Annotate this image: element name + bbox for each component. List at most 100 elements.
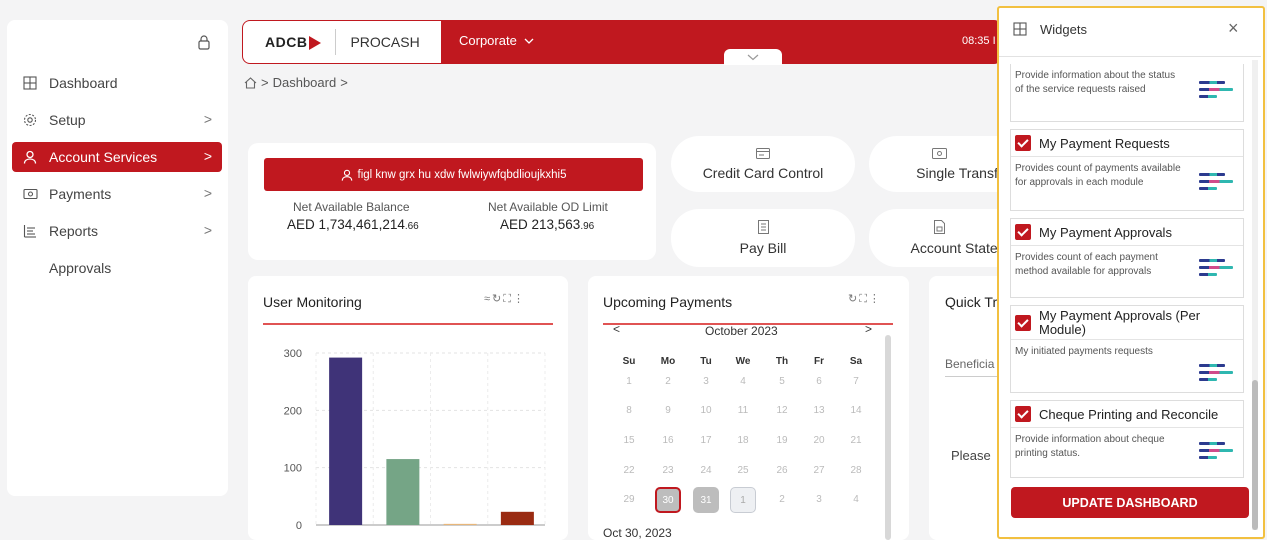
calendar-day[interactable]: 30 [655, 487, 681, 513]
more-options-icon[interactable]: ⋮ [513, 293, 526, 305]
bar[interactable] [443, 523, 477, 525]
net-balance-value: AED 1,734,461,214.66 [287, 217, 419, 232]
breadcrumb-current[interactable]: Dashboard [273, 75, 337, 90]
brand-logo[interactable]: ADCB PROCASH [243, 21, 441, 63]
calendar-day[interactable]: 16 [656, 435, 680, 446]
calendar-day[interactable]: 4 [731, 376, 755, 387]
grid-icon [22, 75, 38, 91]
beneficiary-field[interactable]: Beneficia [945, 357, 994, 371]
segment-dropdown[interactable]: Corporate [459, 33, 534, 48]
calendar-day[interactable]: 2 [656, 376, 680, 387]
tile-credit-card-control[interactable]: Credit Card Control [671, 136, 855, 192]
calendar-day[interactable]: 3 [807, 494, 831, 505]
checkbox-checked[interactable] [1015, 135, 1031, 151]
calendar-day[interactable]: 1 [730, 487, 756, 513]
checkbox-checked[interactable] [1015, 406, 1031, 422]
clock-time: 08:35 I [962, 35, 996, 47]
refresh-icon[interactable]: ↻ [492, 293, 503, 305]
calendar-day[interactable]: 8 [617, 405, 641, 416]
widget-card-payment-requests[interactable]: My Payment Requests Provides count of pa… [1010, 129, 1244, 211]
calendar-day[interactable]: 10 [694, 405, 718, 416]
calendar-weekday: Fr [814, 356, 824, 367]
calendar-day[interactable]: 11 [731, 405, 755, 416]
bar[interactable] [386, 459, 420, 525]
widget-preview-icon [1199, 364, 1235, 385]
user-monitoring-chart: 300 200 100 0 [284, 348, 546, 532]
tile-pay-bill[interactable]: Pay Bill [671, 209, 855, 267]
bar[interactable] [500, 511, 534, 525]
calendar-scrollbar[interactable] [885, 335, 891, 540]
y-tick-label: 200 [284, 405, 302, 417]
more-options-icon[interactable]: ⋮ [869, 293, 882, 305]
calendar-day[interactable]: 13 [807, 405, 831, 416]
user-icon [341, 169, 352, 181]
lock-icon[interactable] [196, 34, 212, 50]
next-month-button[interactable]: > [865, 322, 872, 336]
checkbox-checked[interactable] [1015, 224, 1031, 240]
calendar-day[interactable]: 23 [656, 465, 680, 476]
calendar-day[interactable]: 6 [807, 376, 831, 387]
checkbox-checked[interactable] [1015, 314, 1031, 331]
update-dashboard-button[interactable]: UPDATE DASHBOARD [1011, 487, 1249, 518]
widget-preview-icon [1199, 442, 1235, 463]
user-icon [22, 149, 38, 165]
calendar-weekday: Su [622, 356, 636, 367]
widget-card-payment-approvals[interactable]: My Payment Approvals Provides count of e… [1010, 218, 1244, 298]
tile-account-statement[interactable]: Account Staten [869, 209, 1009, 267]
product-name: PROCASH [350, 34, 420, 50]
calendar-day[interactable]: 1 [617, 376, 641, 387]
bar[interactable] [329, 357, 363, 525]
document-icon [933, 220, 945, 234]
calendar-day[interactable]: 27 [807, 465, 831, 476]
sidebar-item-reports[interactable]: Reports > [12, 216, 222, 246]
panel-title: Quick Tr [945, 294, 998, 310]
tile-single-transfer[interactable]: Single Transf [869, 136, 1009, 192]
sidebar-item-approvals[interactable]: Approvals [12, 253, 222, 283]
calendar-day[interactable]: 19 [770, 435, 794, 446]
sidebar-item-label: Account Services [49, 149, 158, 165]
account-selector-button[interactable]: figl knw grx hu xdw fwlwiywfqbdlioujkxhi… [264, 158, 643, 191]
calendar-day[interactable]: 2 [770, 494, 794, 505]
calendar-day[interactable]: 14 [844, 405, 868, 416]
expand-icon[interactable]: ⛶ [503, 293, 513, 305]
calendar-day[interactable]: 15 [617, 435, 641, 446]
calendar-day[interactable]: 5 [770, 376, 794, 387]
calendar-day[interactable]: 22 [617, 465, 641, 476]
prev-month-button[interactable]: < [613, 322, 620, 336]
calendar-day[interactable]: 9 [656, 405, 680, 416]
sidebar-item-account-services[interactable]: Account Services > [12, 142, 222, 172]
sidebar-item-payments[interactable]: Payments > [12, 179, 222, 209]
widget-card-cheque-printing[interactable]: Cheque Printing and Reconcile Provide in… [1010, 400, 1244, 478]
widget-card-payment-approvals-per-module[interactable]: My Payment Approvals (Per Module) My ini… [1010, 305, 1244, 393]
calendar-day[interactable]: 26 [770, 465, 794, 476]
widgets-scrollbar-thumb[interactable] [1252, 380, 1258, 530]
calendar-day[interactable]: 29 [617, 494, 641, 505]
refresh-icon[interactable]: ↻ [848, 293, 859, 305]
money-icon [22, 186, 38, 202]
chart-type-icon[interactable]: ≈ [484, 293, 492, 305]
calendar-day[interactable]: 28 [844, 465, 868, 476]
calendar-day[interactable]: 3 [694, 376, 718, 387]
chevron-down-icon [747, 54, 759, 60]
calendar-day[interactable]: 25 [731, 465, 755, 476]
home-icon[interactable] [244, 76, 257, 89]
calendar-day[interactable]: 17 [694, 435, 718, 446]
sidebar-item-dashboard[interactable]: Dashboard [12, 68, 222, 98]
od-limit-label: Net Available OD Limit [488, 200, 608, 214]
panel-title: Upcoming Payments [603, 294, 733, 310]
calendar-day[interactable]: 24 [694, 465, 718, 476]
close-icon[interactable]: × [1228, 18, 1239, 39]
calendar-weekday: Sa [849, 356, 863, 367]
calendar-day[interactable]: 18 [731, 435, 755, 446]
collapse-header-toggle[interactable] [724, 49, 782, 65]
calendar-day[interactable]: 20 [807, 435, 831, 446]
calendar-day[interactable]: 31 [693, 487, 719, 513]
calendar-day[interactable]: 7 [844, 376, 868, 387]
sidebar-item-label: Approvals [49, 260, 112, 276]
list-icon [22, 223, 38, 239]
calendar-day[interactable]: 21 [844, 435, 868, 446]
calendar-day[interactable]: 4 [844, 494, 868, 505]
calendar-day[interactable]: 12 [770, 405, 794, 416]
sidebar-item-setup[interactable]: Setup > [12, 105, 222, 135]
expand-icon[interactable]: ⛶ [859, 293, 869, 305]
